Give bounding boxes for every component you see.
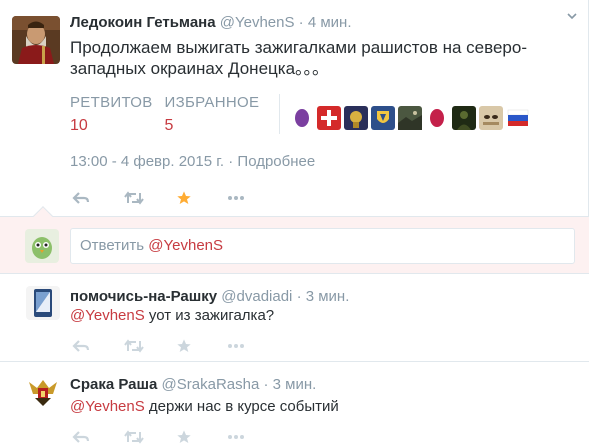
reply-author-avatar[interactable]: [26, 286, 60, 320]
reply-text: @YevhenS держи нас в курсе событий: [70, 398, 339, 415]
more-icon: [228, 196, 244, 200]
reply-text: @YevhenS уот из зажигалка?: [70, 307, 274, 324]
reply-tweet[interactable]: помочись-на-Рашку @dvadiadi · 3 мин. @Ye…: [0, 274, 589, 362]
tweet-actions: [72, 189, 280, 207]
reply-time[interactable]: 3 мин.: [306, 288, 350, 305]
more-button[interactable]: [228, 337, 280, 355]
retweet-button[interactable]: [124, 189, 176, 207]
tweet-stats: РЕТВИТОВ 10 ИЗБРАННОЕ 5: [70, 94, 531, 138]
header-separator: ·: [298, 14, 304, 31]
favorite-icon: [177, 339, 191, 352]
reply-compose-box: Ответить @YevhenS: [0, 206, 589, 274]
author-username[interactable]: @YevhenS: [220, 14, 295, 31]
favorites-label: ИЗБРАННОЕ: [164, 94, 260, 111]
favorited-by-avatars: [290, 97, 531, 138]
more-icon: [228, 344, 244, 348]
author-avatar[interactable]: [12, 16, 60, 64]
current-user-avatar: [25, 229, 59, 263]
tweet-header: Ледокоин Гетьмана @YevhenS · 4 мин.: [70, 14, 351, 31]
chevron-down-icon[interactable]: [566, 10, 578, 22]
main-tweet: Ледокоин Гетьмана @YevhenS · 4 мин. Прод…: [0, 0, 589, 216]
reply-actions: [72, 428, 280, 446]
timestamp-separator: ·: [228, 153, 234, 170]
favorites-stat[interactable]: ИЗБРАННОЕ 5: [165, 94, 272, 138]
retweet-icon: [124, 191, 144, 205]
flag-avatar[interactable]: [506, 105, 531, 130]
retweets-count: 10: [70, 117, 88, 134]
more-button[interactable]: [228, 428, 280, 446]
more-icon: [228, 435, 244, 439]
egg-purple-avatar[interactable]: [290, 105, 315, 130]
retweet-button[interactable]: [124, 428, 176, 446]
reply-body: уот из зажигалка?: [144, 307, 275, 324]
reply-time[interactable]: 3 мин.: [273, 376, 317, 393]
favorite-button[interactable]: [176, 337, 228, 355]
reply-icon: [72, 192, 90, 204]
reply-tweet[interactable]: Срака Раша @SrakaRasha · 3 мин. @YevhenS…: [0, 362, 589, 446]
reply-mention[interactable]: @YevhenS: [70, 398, 145, 415]
reply-actions: [72, 337, 280, 355]
reply-placeholder-mention: @YevhenS: [148, 237, 224, 254]
reply-icon: [72, 431, 90, 443]
red-cross-avatar[interactable]: [317, 105, 342, 130]
favorites-count: 5: [164, 117, 174, 134]
timestamp-text[interactable]: 13:00 - 4 февр. 2015 г.: [70, 153, 224, 170]
favorite-icon: [177, 191, 191, 204]
favorite-button[interactable]: [176, 189, 228, 207]
emblem-avatar[interactable]: [344, 105, 369, 130]
reply-separator: ·: [263, 376, 269, 393]
reply-button[interactable]: [72, 428, 124, 446]
reply-author-fullname[interactable]: помочись-на-Рашку: [70, 288, 217, 305]
tweet-time[interactable]: 4 мин.: [308, 14, 352, 31]
reply-author-fullname[interactable]: Срака Раша: [70, 376, 157, 393]
reply-separator: ·: [296, 288, 302, 305]
reply-placeholder-prefix: Ответить: [80, 237, 149, 254]
reply-author-username[interactable]: @SrakaRasha: [162, 376, 260, 393]
tweet-timestamp: 13:00 - 4 февр. 2015 г. · Подробнее: [70, 153, 315, 170]
eyes-avatar[interactable]: [479, 105, 504, 130]
retweets-stat[interactable]: РЕТВИТОВ 10: [70, 94, 165, 138]
retweet-icon: [124, 430, 144, 444]
stats-divider: [279, 94, 281, 134]
egg-red-avatar[interactable]: [425, 105, 450, 130]
favorite-button[interactable]: [176, 428, 228, 446]
details-link[interactable]: Подробнее: [237, 153, 315, 170]
retweets-label: РЕТВИТОВ: [70, 94, 153, 111]
retweet-icon: [124, 339, 144, 353]
reply-button[interactable]: [72, 337, 124, 355]
reply-author-avatar[interactable]: [26, 374, 60, 408]
favorite-icon: [177, 430, 191, 443]
more-button[interactable]: [228, 189, 280, 207]
reply-body: держи нас в курсе событий: [144, 398, 339, 415]
dark-photo-avatar[interactable]: [398, 105, 423, 130]
reply-input[interactable]: Ответить @YevhenS: [70, 228, 575, 264]
reply-button[interactable]: [72, 189, 124, 207]
reply-header: Срака Раша @SrakaRasha · 3 мин.: [70, 376, 316, 393]
shield-avatar[interactable]: [371, 105, 396, 130]
tweet-text: Продолжаем выжигать зажигалками рашистов…: [70, 38, 527, 78]
retweet-button[interactable]: [124, 337, 176, 355]
reply-mention[interactable]: @YevhenS: [70, 307, 145, 324]
reply-author-username[interactable]: @dvadiadi: [221, 288, 292, 305]
reply-icon: [72, 340, 90, 352]
reply-header: помочись-на-Рашку @dvadiadi · 3 мин.: [70, 288, 349, 305]
dark-figure-avatar[interactable]: [452, 105, 477, 130]
author-fullname[interactable]: Ледокоин Гетьмана: [70, 14, 216, 31]
